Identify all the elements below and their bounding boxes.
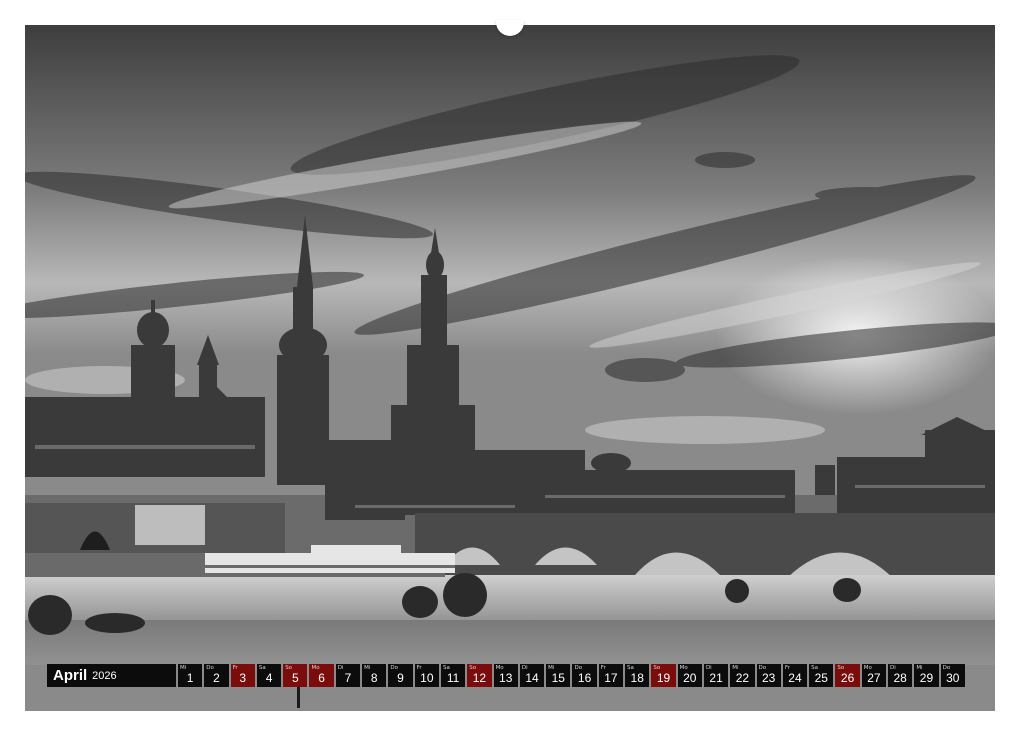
day-number: 11 <box>441 671 465 685</box>
day-cell: Mi15 <box>546 664 570 687</box>
day-number: 19 <box>651 671 675 685</box>
day-cell: Mo6 <box>309 664 333 687</box>
day-cell: Di21 <box>704 664 728 687</box>
day-number: 17 <box>599 671 623 685</box>
day-number: 7 <box>336 671 360 685</box>
day-number: 5 <box>283 671 307 685</box>
day-number: 2 <box>204 671 228 685</box>
dresden-skyline-photo <box>25 25 995 711</box>
day-cell: Fr17 <box>599 664 623 687</box>
day-number: 1 <box>178 671 202 685</box>
day-cell: Do9 <box>388 664 412 687</box>
day-number: 29 <box>914 671 938 685</box>
day-cell: Sa11 <box>441 664 465 687</box>
day-cell: Mi1 <box>178 664 202 687</box>
day-number: 18 <box>625 671 649 685</box>
day-number: 20 <box>678 671 702 685</box>
day-cell: Mo27 <box>862 664 886 687</box>
day-cell: Do2 <box>204 664 228 687</box>
day-number: 23 <box>757 671 781 685</box>
day-number: 16 <box>572 671 596 685</box>
day-cell: So5 <box>283 664 307 687</box>
day-number: 21 <box>704 671 728 685</box>
day-number: 10 <box>415 671 439 685</box>
month-label: April 2026 <box>47 664 176 687</box>
day-cell: Fr24 <box>783 664 807 687</box>
day-number: 12 <box>467 671 491 685</box>
day-cell: Mo13 <box>494 664 518 687</box>
day-number: 24 <box>783 671 807 685</box>
day-number: 30 <box>941 671 965 685</box>
day-number: 13 <box>494 671 518 685</box>
calendar-photo <box>25 25 995 711</box>
day-number: 6 <box>309 671 333 685</box>
day-cell: So19 <box>651 664 675 687</box>
day-cell: Mi29 <box>914 664 938 687</box>
day-number: 27 <box>862 671 886 685</box>
day-number: 26 <box>835 671 859 685</box>
day-cell: Di14 <box>520 664 544 687</box>
month-year: 2026 <box>92 670 116 682</box>
day-number: 8 <box>362 671 386 685</box>
day-cell: Sa18 <box>625 664 649 687</box>
day-number: 25 <box>809 671 833 685</box>
day-number: 28 <box>888 671 912 685</box>
day-cell: Fr10 <box>415 664 439 687</box>
day-number: 3 <box>231 671 255 685</box>
day-cell: Do30 <box>941 664 965 687</box>
month-name: April <box>53 667 87 684</box>
day-number: 4 <box>257 671 281 685</box>
day-cell: Di28 <box>888 664 912 687</box>
day-number: 22 <box>730 671 754 685</box>
calendar-strip: April 2026 Mi1Do2Fr3Sa4So5Mo6Di7Mi8Do9Fr… <box>47 664 973 687</box>
day-cell: So12 <box>467 664 491 687</box>
day-cell: Mi22 <box>730 664 754 687</box>
day-cell: So26 <box>835 664 859 687</box>
day-cell: Mo20 <box>678 664 702 687</box>
day-cell: Do23 <box>757 664 781 687</box>
day-cell: Do16 <box>572 664 596 687</box>
day-number: 9 <box>388 671 412 685</box>
day-cell: Sa4 <box>257 664 281 687</box>
day-cell: Fr3 <box>231 664 255 687</box>
day-cell: Di7 <box>336 664 360 687</box>
day-number: 15 <box>546 671 570 685</box>
day-cell: Mi8 <box>362 664 386 687</box>
day-cell: Sa25 <box>809 664 833 687</box>
day-number: 14 <box>520 671 544 685</box>
day-cells: Mi1Do2Fr3Sa4So5Mo6Di7Mi8Do9Fr10Sa11So12M… <box>178 664 965 687</box>
